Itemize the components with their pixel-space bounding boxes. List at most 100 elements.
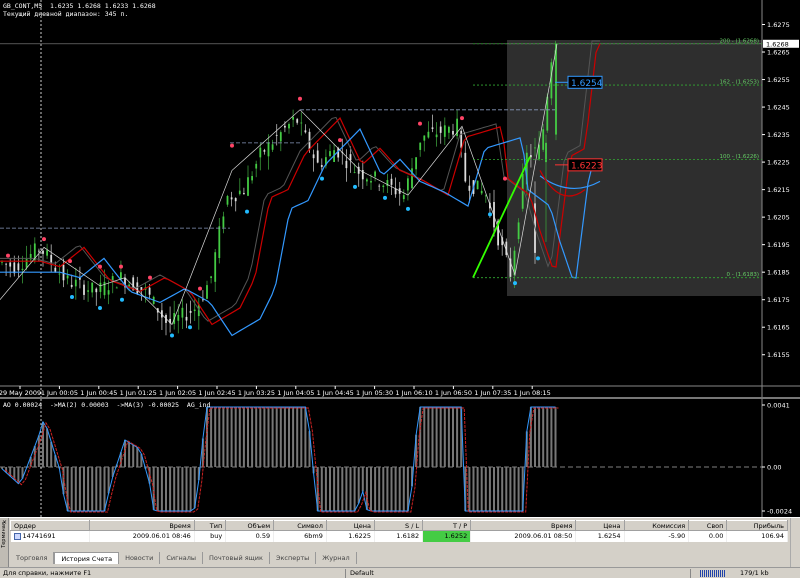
ao-bar [538,407,541,467]
candle-body [320,165,323,167]
column-header[interactable]: Время [88,520,195,531]
price-tick-label: 1.6275 [767,21,790,29]
ao-bar [242,407,245,467]
ao-bar [378,467,381,511]
fractal-up-marker [98,264,102,269]
terminal-tab[interactable]: Эксперты [270,552,317,564]
terminal-tab[interactable]: Журнал [316,552,357,564]
fractal-up-marker [6,253,10,258]
candle-body [66,275,69,279]
column-header[interactable]: Символ [273,520,327,531]
terminal-tab[interactable]: История Счета [54,552,120,564]
price-chart[interactable]: 1.6275 1.6265 1.6255 1.6245 1.6235 1.6225 1.62… [0,0,800,397]
candle-body [312,154,315,159]
ao-ma2-line [1,406,556,512]
ao-bar [554,407,557,467]
candle-body [279,132,282,142]
ao-bar [513,467,516,511]
candle-body [423,135,426,141]
candle-body [95,288,98,293]
price-tick-label: 1.6185 [767,269,790,277]
column-header[interactable]: Время [470,520,577,531]
ao-bar [431,407,434,467]
fractal-up-marker [418,121,422,126]
price-tick-label: 1.6265 [767,49,790,57]
column-header[interactable]: Ордер [10,520,90,531]
candle-body [189,310,192,313]
column-header[interactable]: Цена [575,520,625,531]
status-help: Для справки, нажмите F1 [3,569,92,577]
candle-body [452,130,454,135]
candle-body [402,195,405,200]
ao-indicator-window[interactable]: 0.0041 0.00 -0.0024 AO 0.00024 ->MA(2) 0.0… [0,399,800,517]
candle-body [382,185,385,188]
terminal-tab[interactable]: Новости [119,552,161,564]
candle-body [255,163,258,169]
terminal-scrollbar[interactable] [790,518,800,568]
candle-body [263,150,266,152]
candle-body [70,284,73,287]
candle-body [550,62,553,99]
ao-bar [394,467,397,511]
current-price-tag: 1.6268 [766,40,789,48]
terminal-tab[interactable]: Сигналы [160,552,204,564]
candle-body [292,116,294,120]
ao-bar [550,407,553,467]
candle-body [91,282,94,293]
ao-bar [534,407,536,467]
open-time-cell: 2009.06.01 08:46 [89,530,195,542]
fractal-down-marker [353,184,357,189]
ao-bar [160,467,163,511]
ao-bar [447,407,450,467]
candle-body [185,316,188,321]
terminal-tab[interactable]: Почтовый ящик [203,552,270,564]
fractal-down-marker [98,305,102,310]
candle-body [345,160,348,169]
table-row[interactable]: 14741691 2009.06.01 08:46 buy 0.59 6bm9 … [10,530,788,542]
candle-body [50,254,53,264]
candle-body [271,144,274,150]
terminal-tab[interactable]: Торговля [10,552,55,564]
candle-body [374,171,376,177]
column-header[interactable]: Цена [325,520,376,531]
order-cell: 14741691 [10,530,90,542]
terminal-side-label: Терминал [1,522,7,548]
status-traffic: 179/1 kb [740,569,769,577]
column-header[interactable]: Прибыль [726,520,788,531]
column-header[interactable]: T / P [422,520,472,531]
fractal-down-marker [383,195,387,200]
ao-bar [222,407,225,467]
candle-body [46,250,48,256]
fractal-up-marker [198,286,202,291]
candle-body [74,279,77,287]
candle-body [230,197,233,200]
candle-body [1,261,3,263]
column-header[interactable]: Своп [688,520,728,531]
ao-bar [390,467,393,511]
ao-bar [484,467,487,511]
ao-bar [165,467,167,511]
candle-body [366,179,368,182]
fractal-up-marker [298,96,302,101]
column-header[interactable]: S / L [374,520,424,531]
ao-bar [300,407,303,467]
stop-label: 1.6223 [571,161,603,171]
ao-bar [493,467,495,511]
ao-indicator-canvas[interactable]: 0.0041 0.00 -0.0024 [0,399,800,517]
ao-bar [283,407,286,467]
price-tick-label: 1.6155 [767,351,790,359]
candle-body [25,259,28,268]
price-chart-canvas[interactable]: 1.6275 1.6265 1.6255 1.6245 1.6235 1.6225 1.62… [0,0,800,397]
fib-level-label: 100 - (1.6226) [719,154,759,160]
column-header[interactable]: Объем [225,520,275,531]
osc-tick-label: 0.00 [767,464,781,472]
column-header[interactable]: Тип [193,520,227,531]
column-header[interactable]: Комиссия [623,520,690,531]
ao-bar [103,467,106,511]
candle-body [83,284,85,295]
candle-body [284,125,286,128]
ao-bar [169,467,172,511]
price-tick-label: 1.6235 [767,131,790,139]
ao-bar [279,407,282,467]
ao-bar [189,467,192,511]
